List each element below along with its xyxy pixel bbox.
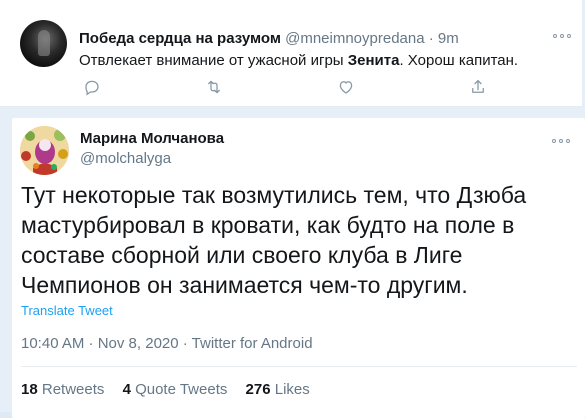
avatar[interactable] (20, 126, 69, 175)
reply-text-end: . Хорош капитан. (399, 52, 519, 69)
handle[interactable]: @mneimnoypredana (285, 30, 424, 47)
like-icon[interactable] (337, 78, 355, 96)
reply-icon[interactable] (83, 78, 101, 96)
display-name[interactable]: Победа сердца на разумом (79, 30, 281, 47)
more-options-icon[interactable] (552, 138, 570, 144)
retweets-count: 18 (21, 381, 38, 398)
avatar[interactable] (20, 20, 67, 67)
display-name[interactable]: Марина Молчанова (80, 130, 224, 148)
main-tweet[interactable]: Марина Молчанова @molchalyga Тут некотор… (12, 118, 585, 418)
quote-tweets-count: 4 (122, 381, 131, 398)
retweets-label: Retweets (41, 381, 105, 398)
avatar-figure (38, 30, 50, 56)
likes-label: Likes (274, 381, 310, 398)
timestamp[interactable]: 9m (438, 30, 459, 47)
retweet-icon[interactable] (205, 78, 223, 96)
reply-tweet[interactable]: Победа сердца на разумом @mneimnoypredan… (0, 0, 582, 107)
quote-tweets-label: Quote Tweets (135, 381, 228, 398)
likes-count: 276 (245, 381, 271, 398)
tweet-meta[interactable]: 10:40 AM · Nov 8, 2020 · Twitter for And… (21, 335, 313, 352)
share-icon[interactable] (469, 78, 487, 96)
tweet-stats: 18 Retweets 4 Quote Tweets 276 Likes (21, 381, 324, 398)
screenshot-frame: Победа сердца на разумом @mneimnoypredan… (0, 0, 585, 418)
translate-link[interactable]: Translate Tweet (21, 303, 113, 318)
quote-tweets-stat[interactable]: 4 Quote Tweets (123, 381, 228, 398)
divider (21, 366, 577, 367)
reply-actions (79, 78, 499, 98)
tweet-text: Тут некоторые так возмутились тем, что Д… (21, 182, 527, 298)
reply-text: Отвлекает внимание от ужасной игры Зенит… (79, 52, 518, 70)
separator: · (428, 30, 434, 47)
reply-text-start: Отвлекает внимание от ужасной игры (79, 52, 348, 69)
handle[interactable]: @molchalyga (80, 150, 171, 168)
more-options-icon[interactable] (553, 33, 571, 39)
avatar-image (20, 126, 69, 175)
retweets-stat[interactable]: 18 Retweets (21, 381, 104, 398)
likes-stat[interactable]: 276 Likes (246, 381, 310, 398)
reply-text-bold: Зенита (347, 52, 400, 69)
reply-header: Победа сердца на разумом @mneimnoypredan… (79, 30, 459, 48)
